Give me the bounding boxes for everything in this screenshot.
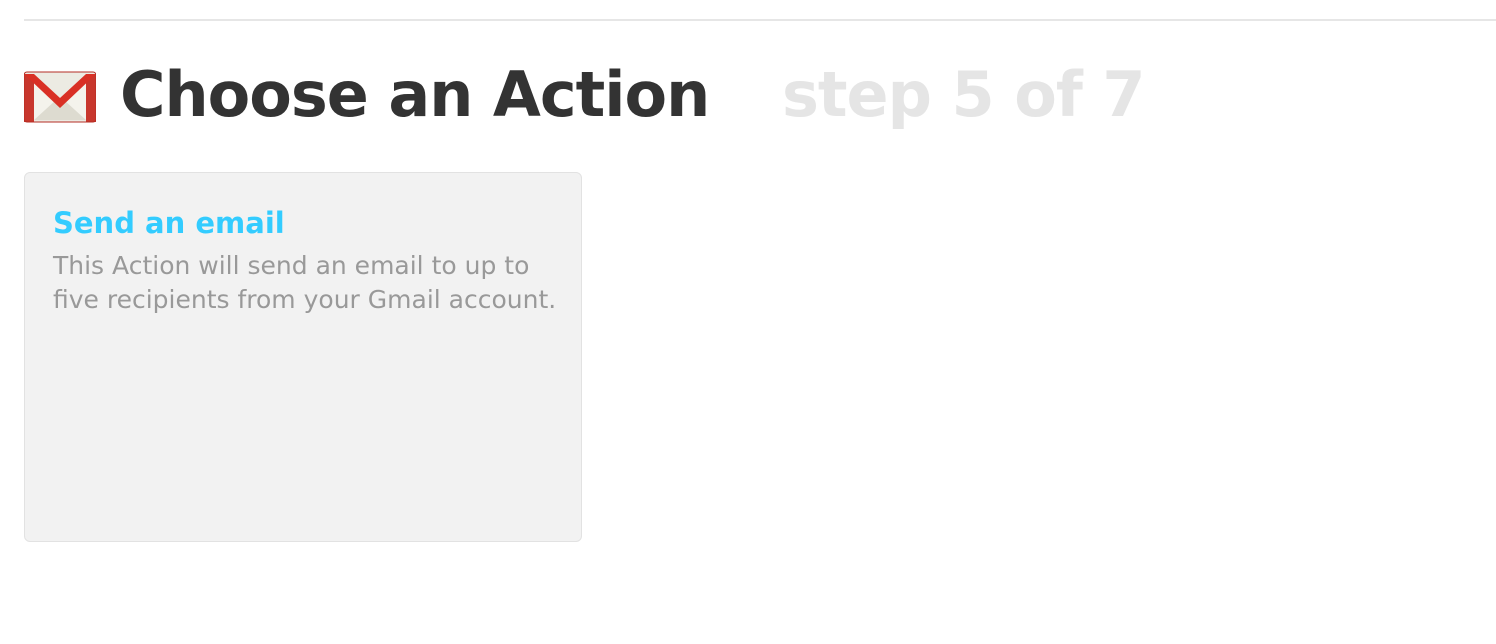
action-description: This Action will send an email to up to …: [53, 251, 557, 314]
page-title: Choose an Action: [120, 58, 710, 131]
step-indicator: step 5 of 7: [782, 58, 1146, 131]
action-title[interactable]: Send an email: [53, 203, 285, 243]
page: Choose an Action step 5 of 7 Send an ema…: [0, 0, 1496, 644]
action-card-send-email[interactable]: Send an email This Action will send an e…: [24, 172, 582, 542]
page-header: Choose an Action step 5 of 7: [24, 56, 1464, 136]
top-divider: [24, 19, 1496, 21]
gmail-icon: [24, 71, 96, 123]
